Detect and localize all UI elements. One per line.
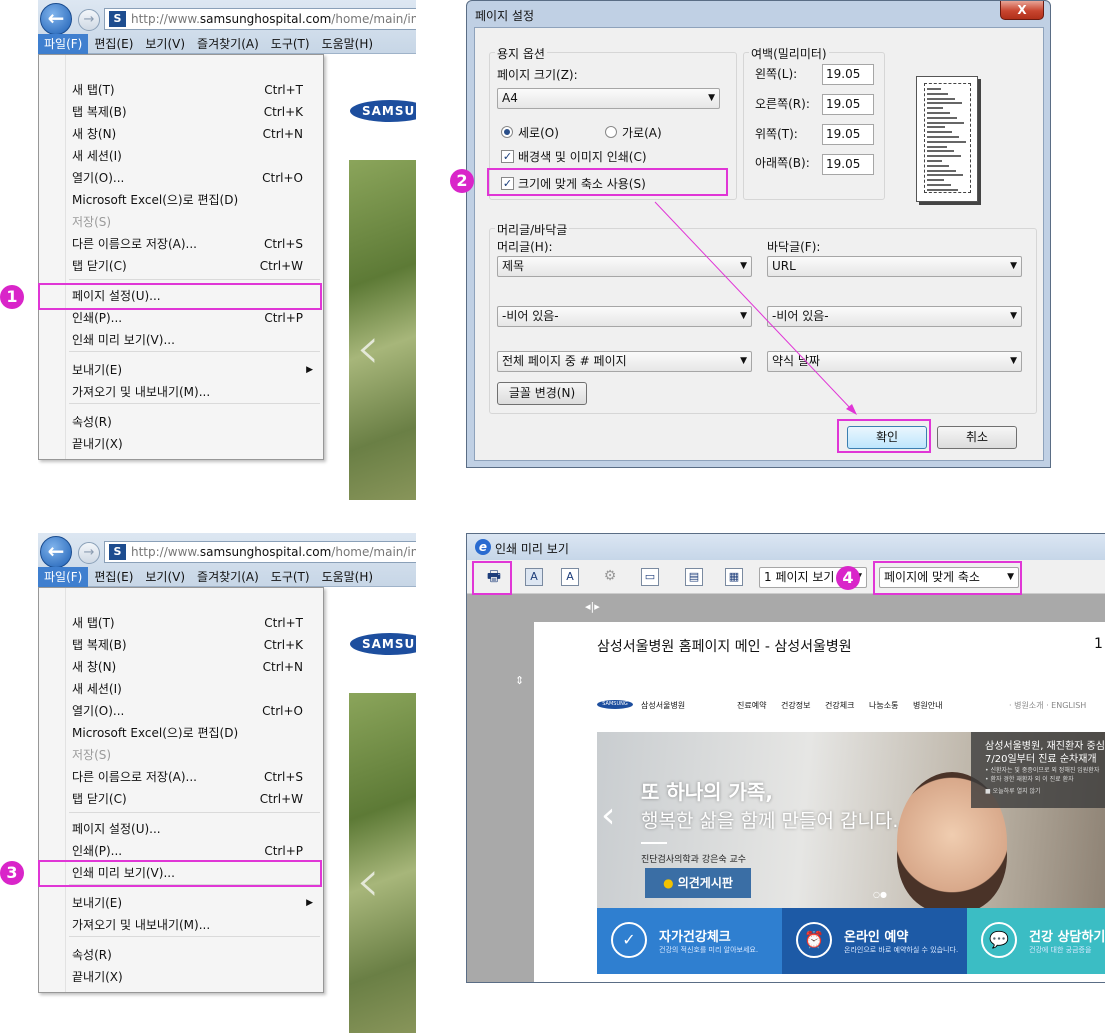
check-icon: ✓ bbox=[611, 922, 647, 958]
chat-bubble-icon: 💬 bbox=[981, 922, 1017, 958]
service-tiles: ✓ 자가건강체크 건강의 적신호를 미리 알아보세요. ⏰ 온라인 예약 온라인… bbox=[597, 908, 1105, 974]
utility-links[interactable]: · 병원소개 · ENGLISH bbox=[1009, 700, 1086, 711]
horizontal-margin-handle-icon[interactable]: ◂|▸ bbox=[585, 600, 600, 613]
notice-title-1: 삼성서울병원, 재진환자 중심 bbox=[985, 741, 1105, 752]
guide-arrow-line bbox=[654, 201, 853, 411]
full-width-icon[interactable]: ▤ bbox=[685, 568, 703, 586]
site-name: 삼성서울병원 bbox=[641, 701, 686, 710]
ie-logo-icon: e bbox=[475, 539, 491, 555]
notice-line: • 환자 경한 재환자 외 이 진료 환자 bbox=[985, 776, 1074, 783]
print-preview-titlebar: e 인쇄 미리 보기 bbox=[467, 534, 1105, 560]
preview-page-number: 1 bbox=[1094, 636, 1103, 652]
vertical-margin-handle-icon[interactable]: ⇕ bbox=[515, 674, 524, 687]
nav-item[interactable]: 진료예약 bbox=[737, 700, 766, 711]
chevron-down-icon: ▼ bbox=[1007, 572, 1014, 582]
print-preview-title: 인쇄 미리 보기 bbox=[495, 542, 569, 556]
notice-popup: 삼성서울병원, 재진환자 중심 7/20일부터 진료 순차재개 • 신환자는 및… bbox=[971, 732, 1105, 808]
hero-banner: ‹ 또 하나의 가족, 행복한 삶을 함께 만들어 갑니다. 진단검사의학과 강… bbox=[597, 732, 1105, 912]
nav-item[interactable]: 병원안내 bbox=[913, 700, 942, 711]
hero-subheadline: 행복한 삶을 함께 만들어 갑니다. bbox=[641, 810, 899, 832]
fit-select[interactable]: 페이지에 맞게 축소 ▼ bbox=[879, 567, 1019, 588]
tile-health-consult[interactable]: 💬 건강 상담하기 건강에 대한 궁금증을 bbox=[967, 908, 1105, 974]
hero-caption: 진단검사의학과 강은숙 교수 bbox=[641, 855, 747, 865]
notice-line: • 신환자는 및 중증이므로 외 정해진 입원환자 bbox=[985, 767, 1100, 774]
nav-item[interactable]: 건강정보 bbox=[781, 700, 810, 711]
header-footer-toggle-icon[interactable]: ▭ bbox=[641, 568, 659, 586]
print-preview-toolbar: 🖶 A A ⚙ ▭ ▤ ▦ 1 페이지 보기▼ 페이지에 맞게 축소▼ bbox=[467, 560, 1105, 594]
notice-title-2: 7/20일부터 진료 순차재개 bbox=[985, 754, 1097, 765]
nav-item[interactable]: 건강체크 bbox=[825, 700, 854, 711]
step-badge-4: 4 bbox=[836, 566, 860, 590]
full-page-icon[interactable]: ▦ bbox=[725, 568, 743, 586]
portrait-orientation-icon[interactable]: A bbox=[525, 568, 543, 586]
comment-icon: ● bbox=[663, 876, 678, 890]
print-preview-window: e 인쇄 미리 보기 🖶 A A ⚙ ▭ ▤ ▦ 1 페이지 보기▼ 페이지에 … bbox=[466, 533, 1105, 983]
gear-icon[interactable]: ⚙ bbox=[601, 568, 619, 586]
preview-page: 삼성서울병원 홈페이지 메인 - 삼성서울병원 1 SAMSUNG 삼성서울병원… bbox=[534, 622, 1105, 982]
alarm-clock-icon: ⏰ bbox=[796, 922, 832, 958]
tile-self-check[interactable]: ✓ 자가건강체크 건강의 적신호를 미리 알아보세요. bbox=[597, 908, 782, 974]
chevron-left-icon[interactable]: ‹ bbox=[601, 798, 615, 834]
preview-canvas: ◂|▸ ⇕ 삼성서울병원 홈페이지 메인 - 삼성서울병원 1 SAMSUNG … bbox=[467, 594, 1105, 982]
notice-close-link[interactable]: ■ 오늘하루 열지 않기 bbox=[985, 787, 1105, 796]
nav-item[interactable]: 나눔소통 bbox=[869, 700, 898, 711]
site-logo: SAMSUNG bbox=[597, 700, 633, 709]
printer-icon[interactable]: 🖶 bbox=[485, 568, 503, 586]
hero-divider bbox=[641, 842, 667, 844]
preview-page-title: 삼성서울병원 홈페이지 메인 - 삼성서울병원 bbox=[597, 639, 852, 655]
site-header: SAMSUNG 삼성서울병원 진료예약 건강정보 건강체크 나눔소통 병원안내 … bbox=[597, 700, 1105, 714]
hero-headline: 또 하나의 가족, bbox=[641, 780, 773, 804]
opinion-board-button[interactable]: ● 의견게시판 bbox=[645, 868, 751, 898]
tile-online-booking[interactable]: ⏰ 온라인 예약 온라인으로 바로 예약하실 수 있습니다. bbox=[782, 908, 967, 974]
slide-indicator[interactable]: ○● bbox=[873, 890, 887, 899]
landscape-orientation-icon[interactable]: A bbox=[561, 568, 579, 586]
